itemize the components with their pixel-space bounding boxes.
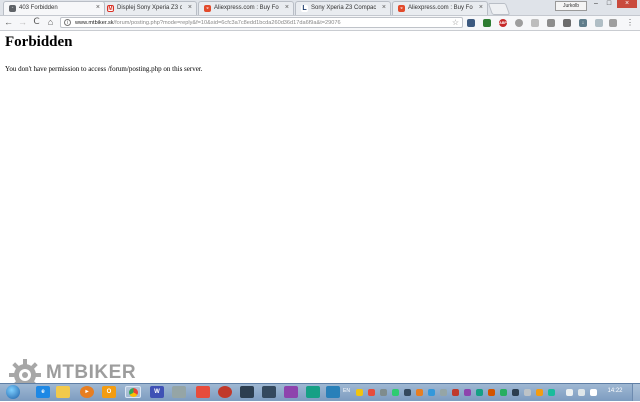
- l-icon: L: [301, 5, 308, 12]
- tray-icon-15[interactable]: [524, 389, 531, 396]
- tray-icon-5[interactable]: [404, 389, 411, 396]
- new-tab-button[interactable]: [487, 3, 511, 15]
- browser-toolbar: ← → C ⌂ i www.mtbiker.sk/forum/posting.p…: [0, 16, 640, 31]
- tray-icon-3[interactable]: [380, 389, 387, 396]
- clock[interactable]: 14:22: [603, 388, 627, 394]
- close-icon[interactable]: ×: [382, 2, 386, 14]
- url-path: /forum/posting.php?mode=reply&f=10&sid=6…: [113, 20, 341, 26]
- volume-icon[interactable]: [578, 389, 585, 396]
- chrome-icon[interactable]: [125, 386, 141, 398]
- outlook-icon[interactable]: O: [102, 386, 116, 398]
- tray-icon-8[interactable]: [440, 389, 447, 396]
- window-close-button[interactable]: ×: [617, 0, 637, 8]
- page-icon: ◦: [9, 5, 16, 12]
- extension-icon-5[interactable]: [531, 19, 539, 27]
- tray-icon-4[interactable]: [392, 389, 399, 396]
- show-desktop-button[interactable]: [632, 384, 640, 401]
- tray-icon-14[interactable]: [512, 389, 519, 396]
- tab-sony-xperia[interactable]: L Sony Xperia Z3 Compact ×: [295, 1, 391, 15]
- app-icon-10[interactable]: [218, 386, 232, 398]
- extension-icon-4[interactable]: [515, 19, 523, 27]
- media-player-icon[interactable]: ▸: [80, 386, 94, 398]
- tray-icon-2[interactable]: [368, 389, 375, 396]
- extension-icon-6[interactable]: [547, 19, 555, 27]
- app-icon-15[interactable]: [326, 386, 340, 398]
- aliexpress-icon: ◒: [204, 5, 211, 12]
- ie-icon[interactable]: e: [36, 386, 50, 398]
- url-text: www.mtbiker.sk/forum/posting.php?mode=re…: [75, 18, 341, 28]
- back-button[interactable]: ←: [3, 17, 14, 28]
- document-icon[interactable]: W: [150, 386, 164, 398]
- watermark-text: MTBIKER: [46, 362, 137, 383]
- tray-icon-9[interactable]: [452, 389, 459, 396]
- gmail-icon: M: [107, 5, 114, 12]
- app-icon-9[interactable]: [196, 386, 210, 398]
- tab-403-forbidden[interactable]: ◦ 403 Forbidden ×: [3, 1, 105, 15]
- download-icon[interactable]: ↓: [579, 19, 587, 27]
- extension-icon-10[interactable]: [609, 19, 617, 27]
- url-host: www.mtbiker.sk: [75, 20, 114, 26]
- app-icon-13[interactable]: [284, 386, 298, 398]
- start-button[interactable]: [6, 385, 20, 399]
- user-profile-button[interactable]: Jurkolb: [555, 1, 587, 11]
- page-title: Forbidden: [5, 34, 73, 50]
- extension-icon-2[interactable]: [483, 19, 491, 27]
- tray-icon-6[interactable]: [416, 389, 423, 396]
- tray-icon-7[interactable]: [428, 389, 435, 396]
- tray-icon-11[interactable]: [476, 389, 483, 396]
- app-icon-12[interactable]: [262, 386, 276, 398]
- page-content: Forbidden You don't have permission to a…: [0, 31, 640, 381]
- error-message: You don't have permission to access /for…: [5, 65, 203, 73]
- tray-icon-13[interactable]: [500, 389, 507, 396]
- adblock-icon[interactable]: ABP: [499, 19, 507, 27]
- tray-icon-12[interactable]: [488, 389, 495, 396]
- language-indicator[interactable]: EN: [343, 388, 350, 394]
- extension-icon-7[interactable]: [563, 19, 571, 27]
- tray-icon-10[interactable]: [464, 389, 471, 396]
- close-icon[interactable]: ×: [479, 2, 483, 14]
- tray-icon-16[interactable]: [536, 389, 543, 396]
- close-icon[interactable]: ×: [96, 2, 100, 14]
- explorer-icon[interactable]: [56, 386, 70, 398]
- tab-title: Aliexpress.com : Buy Fo: [214, 5, 279, 11]
- tab-title: Displej Sony Xperia Z3 c: [117, 5, 182, 11]
- reload-button[interactable]: C: [31, 17, 42, 28]
- flag-icon[interactable]: [590, 389, 597, 396]
- info-icon[interactable]: i: [64, 19, 71, 26]
- tab-aliexpress-2[interactable]: ◒ Aliexpress.com : Buy Fo ×: [392, 1, 488, 15]
- close-icon[interactable]: ×: [285, 2, 289, 14]
- network-icon[interactable]: [566, 389, 573, 396]
- aliexpress-icon: ◒: [398, 5, 405, 12]
- menu-icon[interactable]: ⋮: [626, 18, 634, 28]
- minimize-button[interactable]: –: [590, 0, 602, 8]
- tab-displej-sony[interactable]: M Displej Sony Xperia Z3 c ×: [101, 1, 197, 15]
- app-icon-11[interactable]: [240, 386, 254, 398]
- windows-taskbar: e ▸ O W EN 14:22: [0, 383, 640, 401]
- tray-icon-1[interactable]: [356, 389, 363, 396]
- tab-title: 403 Forbidden: [19, 5, 58, 11]
- maximize-button[interactable]: □: [603, 0, 615, 8]
- tab-title: Sony Xperia Z3 Compact: [311, 5, 376, 11]
- home-button[interactable]: ⌂: [45, 17, 56, 28]
- extension-icon-9[interactable]: [595, 19, 603, 27]
- tray-icon-17[interactable]: [548, 389, 555, 396]
- forward-button[interactable]: →: [17, 17, 28, 28]
- extension-icon-1[interactable]: [467, 19, 475, 27]
- bookmark-star-icon[interactable]: ☆: [452, 18, 459, 28]
- tab-title: Aliexpress.com : Buy Fo: [408, 5, 473, 11]
- app-icon-14[interactable]: [306, 386, 320, 398]
- close-icon[interactable]: ×: [188, 2, 192, 14]
- tab-aliexpress-1[interactable]: ◒ Aliexpress.com : Buy Fo ×: [198, 1, 294, 15]
- tab-strip: ◦ 403 Forbidden × M Displej Sony Xperia …: [0, 0, 640, 16]
- address-bar[interactable]: i www.mtbiker.sk/forum/posting.php?mode=…: [60, 17, 463, 28]
- app-icon-8[interactable]: [172, 386, 186, 398]
